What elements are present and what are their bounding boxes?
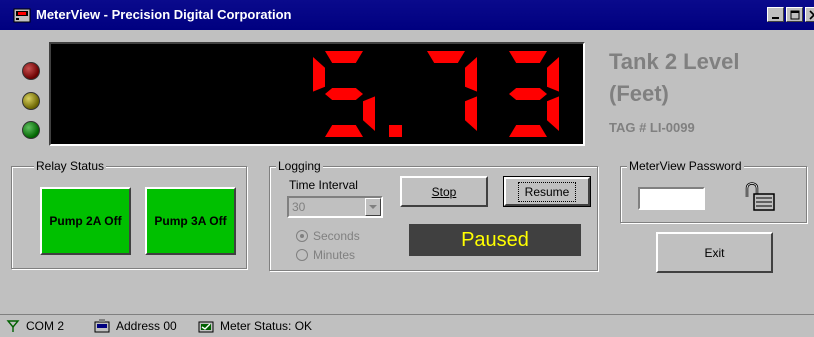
digit-5-segment-d bbox=[325, 125, 363, 137]
yellow-alarm-led bbox=[22, 92, 40, 110]
resume-button[interactable]: Resume bbox=[503, 176, 591, 207]
digit-7-segment-a bbox=[427, 51, 465, 63]
digit-5-segment-g bbox=[325, 88, 363, 100]
tag-number: TAG # LI-0099 bbox=[609, 120, 695, 135]
digit-5-segment-a bbox=[325, 51, 363, 63]
red-alarm-led bbox=[22, 62, 40, 80]
digit-7-segment-b bbox=[465, 57, 477, 92]
meter-status-text: Meter Status: OK bbox=[220, 319, 313, 333]
exit-button[interactable]: Exit bbox=[656, 232, 773, 273]
seconds-radio-label: Seconds bbox=[313, 229, 360, 243]
logging-state-indicator: Paused bbox=[409, 224, 581, 256]
exit-button-label: Exit bbox=[704, 245, 725, 260]
digit-7-segment-c bbox=[465, 96, 477, 131]
time-interval-value: 30 bbox=[292, 200, 306, 214]
digit-5-segment-c bbox=[363, 96, 375, 131]
port-status: COM 2 bbox=[0, 317, 88, 335]
window-title: MeterView - Precision Digital Corporatio… bbox=[36, 7, 292, 22]
antenna-icon bbox=[6, 320, 20, 332]
seconds-radio-dot[interactable] bbox=[296, 230, 308, 242]
seconds-radio[interactable]: Seconds bbox=[296, 229, 360, 243]
password-label: MeterView Password bbox=[627, 159, 744, 173]
green-ok-led bbox=[22, 121, 40, 139]
digit-3-segment-b bbox=[547, 57, 559, 92]
padlock-icon[interactable] bbox=[741, 177, 781, 217]
pump-3a-button[interactable]: Pump 3A Off bbox=[145, 187, 236, 255]
digit-3-segment-g bbox=[509, 88, 547, 100]
meter-device-icon bbox=[94, 319, 110, 333]
minimize-icon[interactable] bbox=[767, 7, 784, 22]
digit-5-segment-f bbox=[313, 57, 325, 92]
digit-3-segment-d bbox=[509, 125, 547, 137]
resume-button-label: Resume bbox=[517, 181, 577, 202]
time-interval-label: Time Interval bbox=[289, 178, 358, 192]
stop-button-label: Stop bbox=[431, 184, 457, 199]
pump-2a-label: Pump 2A Off bbox=[49, 214, 122, 228]
meter-display bbox=[49, 42, 585, 146]
pump-3a-label: Pump 3A Off bbox=[154, 214, 227, 228]
status-bar: COM 2 Address 00 Meter Status: OK bbox=[0, 315, 814, 337]
minutes-radio-dot[interactable] bbox=[296, 249, 308, 261]
meter-reading-digits bbox=[313, 51, 559, 137]
password-field[interactable] bbox=[638, 187, 705, 210]
meter-status: Meter Status: OK bbox=[192, 317, 412, 335]
digit-3-segment-a bbox=[509, 51, 547, 63]
relay-status-label: Relay Status bbox=[34, 159, 107, 173]
address-status: Address 00 bbox=[88, 317, 192, 335]
meter-ok-icon bbox=[198, 321, 214, 333]
maximize-icon[interactable] bbox=[786, 7, 803, 22]
close-icon[interactable] bbox=[805, 7, 814, 22]
address-status-text: Address 00 bbox=[116, 319, 177, 333]
tag-title: Tank 2 Level bbox=[609, 49, 740, 74]
stop-button[interactable]: Stop bbox=[400, 176, 488, 207]
logging-label: Logging bbox=[276, 159, 323, 173]
digit-3-segment-c bbox=[547, 96, 559, 131]
decimal-point-segment bbox=[389, 125, 402, 137]
minutes-radio[interactable]: Minutes bbox=[296, 248, 355, 262]
pump-2a-button[interactable]: Pump 2A Off bbox=[40, 187, 131, 255]
time-interval-select[interactable]: 30 bbox=[287, 196, 383, 218]
tag-units: (Feet) bbox=[609, 81, 669, 106]
minutes-radio-label: Minutes bbox=[313, 248, 356, 262]
chevron-down-icon[interactable] bbox=[365, 198, 381, 216]
meter-app-icon bbox=[13, 8, 31, 23]
port-status-text: COM 2 bbox=[26, 319, 65, 333]
title-bar[interactable]: MeterView - Precision Digital Corporatio… bbox=[0, 0, 814, 30]
